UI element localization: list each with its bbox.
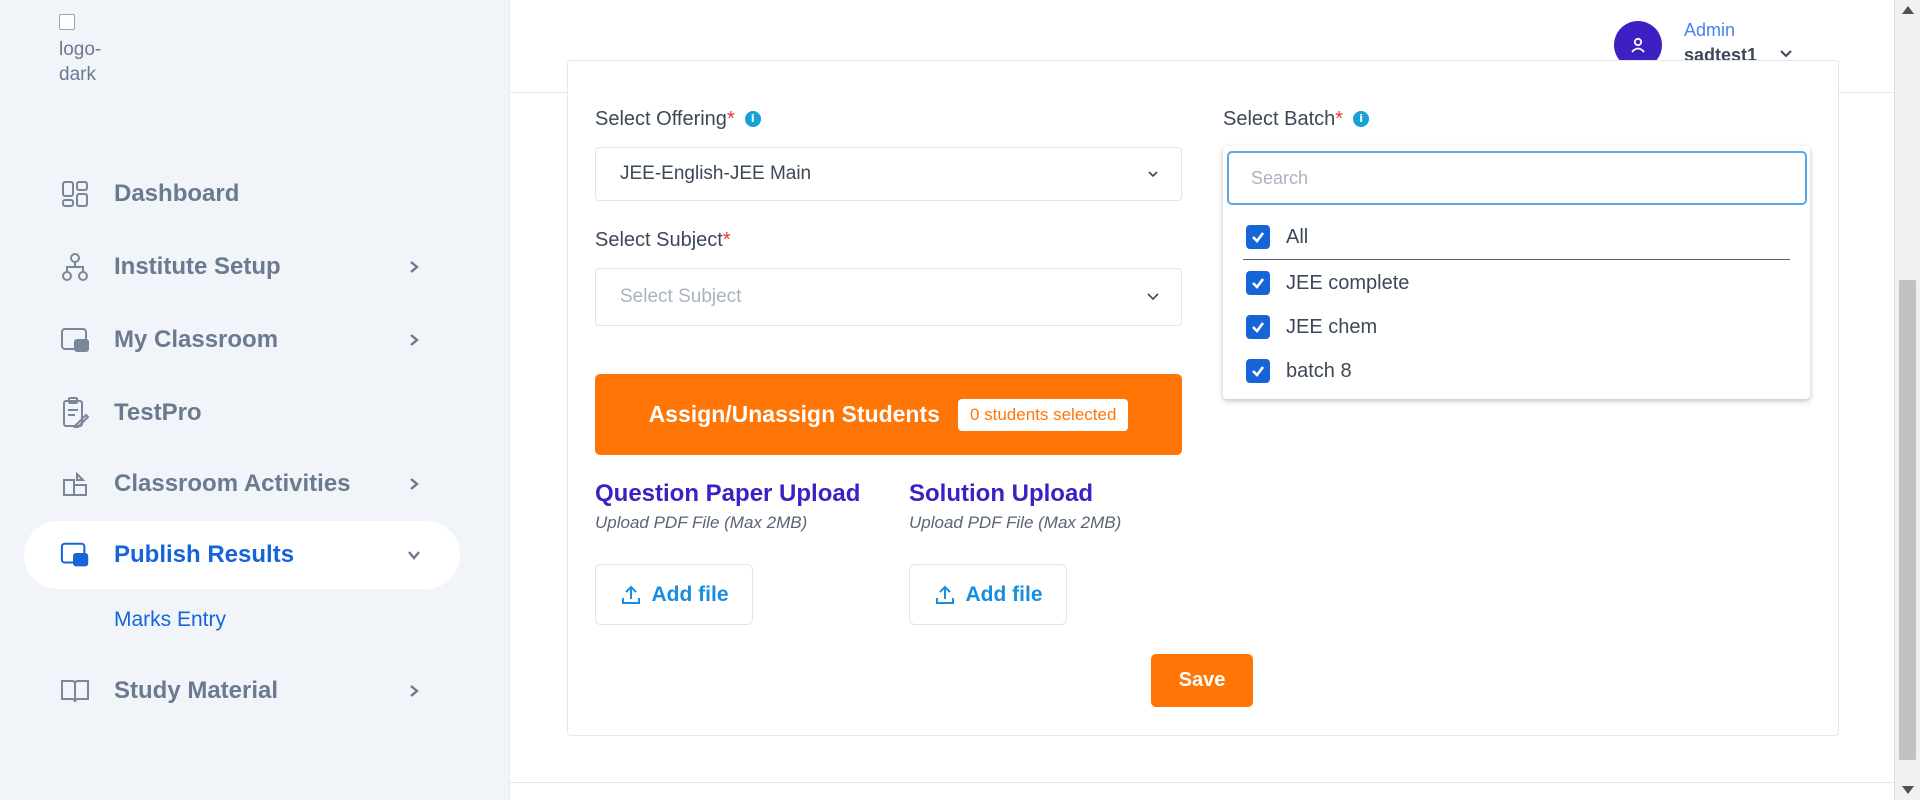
- required-mark: *: [726, 108, 735, 130]
- offering-select[interactable]: JEE-English-JEE Main: [595, 147, 1182, 201]
- footer-divider: [510, 782, 1894, 783]
- scroll-down-arrow-icon[interactable]: [1902, 786, 1914, 794]
- logo-alt-text: logo-dark: [59, 39, 102, 84]
- sidebar-item-label: Dashboard: [114, 180, 240, 207]
- add-file-label: Add file: [965, 582, 1043, 606]
- divider: [1243, 259, 1790, 260]
- chevron-right-icon: [404, 257, 424, 277]
- batch-option-label: JEE chem: [1286, 315, 1378, 338]
- batch-option-label: JEE complete: [1286, 271, 1410, 294]
- batch-option[interactable]: JEE complete: [1246, 265, 1796, 301]
- subject-label: Select Subject*: [595, 229, 731, 251]
- book-open-icon: [60, 676, 90, 706]
- question-paper-upload-hint: Upload PDF File (Max 2MB): [595, 513, 808, 532]
- subject-select[interactable]: Select Subject: [595, 268, 1182, 326]
- solution-add-file-button[interactable]: Add file: [909, 564, 1067, 625]
- sidebar: logo-dark Dashboard Institute Setup My C…: [0, 0, 510, 800]
- required-mark: *: [1335, 108, 1344, 130]
- checkbox-checked[interactable]: [1246, 315, 1270, 339]
- subject-placeholder: Select Subject: [620, 286, 742, 307]
- sidebar-item-label: Publish Results: [114, 541, 295, 568]
- sidebar-item-my-classroom[interactable]: My Classroom: [24, 306, 460, 374]
- batch-search-input[interactable]: [1227, 151, 1807, 205]
- sidebar-item-label: My Classroom: [114, 326, 279, 353]
- check-icon: [1252, 366, 1265, 377]
- add-file-label: Add file: [651, 582, 729, 606]
- sidebar-item-institute-setup[interactable]: Institute Setup: [24, 233, 460, 301]
- batch-option-all[interactable]: All: [1246, 219, 1796, 255]
- check-icon: [1252, 232, 1265, 243]
- offering-value: JEE-English-JEE Main: [620, 163, 812, 184]
- sidebar-item-label: TestPro: [114, 399, 202, 426]
- sidebar-subitem-marks-entry[interactable]: Marks Entry: [114, 608, 226, 632]
- chevron-right-icon: [404, 681, 424, 701]
- sidebar-item-label: Institute Setup: [114, 253, 281, 280]
- sidebar-item-testpro[interactable]: TestPro: [24, 379, 460, 447]
- classroom-icon: [60, 325, 90, 355]
- org-chart-icon: [60, 252, 90, 282]
- sidebar-item-publish-results[interactable]: Publish Results: [24, 521, 460, 589]
- broken-image-icon: [59, 14, 75, 30]
- clipboard-edit-icon: [60, 397, 90, 428]
- solution-upload-title: Solution Upload: [909, 480, 1093, 507]
- activities-icon: [60, 469, 90, 499]
- chevron-right-icon: [404, 330, 424, 350]
- solution-upload-hint: Upload PDF File (Max 2MB): [909, 513, 1122, 532]
- dashboard-icon: [60, 179, 90, 209]
- chevron-down-icon: [404, 545, 424, 565]
- check-icon: [1252, 322, 1265, 333]
- upload-icon: [935, 585, 954, 604]
- chevron-down-icon: [1147, 293, 1159, 301]
- check-icon: [1252, 278, 1265, 289]
- batch-label: Select Batch* i: [1223, 108, 1370, 131]
- batch-dropdown-menu: All JEE complete JEE chem batch 8: [1223, 146, 1810, 399]
- assign-students-button[interactable]: Assign/Unassign Students 0 students sele…: [595, 374, 1182, 455]
- sidebar-item-dashboard[interactable]: Dashboard: [24, 160, 460, 228]
- save-button[interactable]: Save: [1151, 654, 1253, 707]
- checkbox-checked[interactable]: [1246, 271, 1270, 295]
- sidebar-item-label: Classroom Activities: [114, 470, 351, 497]
- checkbox-checked[interactable]: [1246, 225, 1270, 249]
- batch-option-label: batch 8: [1286, 359, 1352, 382]
- question-paper-add-file-button[interactable]: Add file: [595, 564, 753, 625]
- selected-count-badge: 0 students selected: [957, 398, 1129, 431]
- chevron-right-icon: [404, 474, 424, 494]
- scrollbar[interactable]: [1894, 0, 1920, 800]
- publish-results-icon: [60, 540, 90, 570]
- scroll-up-arrow-icon[interactable]: [1902, 6, 1914, 14]
- user-icon: [1631, 37, 1645, 53]
- sidebar-item-classroom-activities[interactable]: Classroom Activities: [24, 450, 460, 518]
- info-icon[interactable]: i: [1353, 111, 1370, 127]
- upload-icon: [621, 585, 640, 604]
- batch-option[interactable]: batch 8: [1246, 353, 1796, 389]
- scrollbar-thumb[interactable]: [1899, 280, 1916, 760]
- sidebar-item-study-material[interactable]: Study Material: [24, 657, 460, 725]
- chevron-down-icon: [1148, 171, 1158, 178]
- batch-option[interactable]: JEE chem: [1246, 309, 1796, 345]
- user-role: Admin: [1684, 20, 1736, 40]
- question-paper-upload-title: Question Paper Upload: [595, 480, 861, 507]
- logo: logo-dark: [59, 12, 119, 84]
- sidebar-item-label: Study Material: [114, 677, 279, 704]
- checkbox-checked[interactable]: [1246, 359, 1270, 383]
- batch-option-label: All: [1286, 225, 1309, 248]
- info-icon[interactable]: i: [744, 111, 761, 127]
- required-mark: *: [722, 229, 731, 251]
- assign-students-label: Assign/Unassign Students: [648, 401, 940, 427]
- offering-label: Select Offering* i: [595, 108, 761, 131]
